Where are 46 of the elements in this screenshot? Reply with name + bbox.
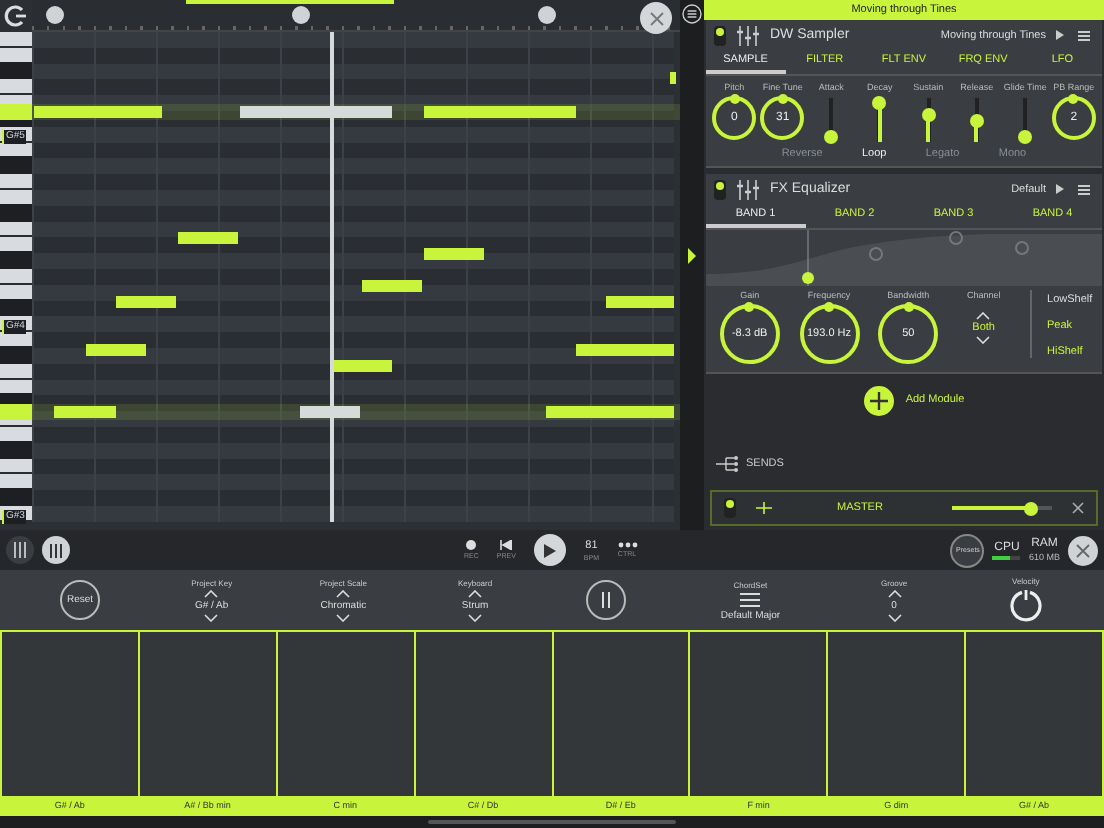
- close-button[interactable]: [1068, 535, 1098, 565]
- chevron-down-icon: [336, 614, 351, 622]
- mixer-button[interactable]: [6, 536, 34, 564]
- chevron-up-icon: [204, 590, 219, 598]
- chevron-up-icon: [336, 590, 351, 598]
- chevron-down-icon: [887, 614, 902, 622]
- pause-icon: [600, 592, 613, 608]
- record-icon: [466, 540, 477, 550]
- remove-icon[interactable]: [1072, 502, 1084, 514]
- vertical-slider[interactable]: [872, 98, 887, 142]
- chevron-down-icon: [204, 614, 219, 622]
- play-icon: [543, 543, 556, 557]
- menu-icon[interactable]: [682, 4, 702, 24]
- close-icon: [1076, 543, 1090, 557]
- hold-button[interactable]: [586, 580, 627, 620]
- vertical-slider[interactable]: [824, 98, 839, 142]
- menu-icon[interactable]: [1074, 25, 1094, 45]
- add-module-button[interactable]: [863, 385, 894, 415]
- chevron-down-icon: [976, 336, 991, 344]
- key-highlight: [0, 404, 32, 420]
- key-highlight: [0, 104, 32, 120]
- faders-icon: [736, 25, 760, 45]
- menu-icon[interactable]: [740, 591, 761, 607]
- sends-icon: [716, 456, 740, 472]
- plus-icon: [869, 391, 888, 409]
- vertical-slider[interactable]: [1018, 98, 1033, 142]
- mixer-icon: [12, 542, 28, 558]
- more-icon: [617, 542, 637, 548]
- power-toggle[interactable]: [714, 179, 726, 199]
- skip-back-icon: [500, 540, 513, 550]
- faders-icon: [736, 179, 760, 199]
- power-toggle[interactable]: [714, 25, 726, 45]
- velocity-knob[interactable]: [1007, 588, 1044, 624]
- power-toggle[interactable]: [724, 498, 736, 518]
- expand-arrow-icon[interactable]: [688, 248, 696, 264]
- close-icon: [649, 11, 663, 25]
- send-slider-thumb[interactable]: [1023, 501, 1037, 515]
- chevron-down-icon: [468, 614, 483, 622]
- caret-icon: [1056, 30, 1064, 40]
- chevron-up-icon: [887, 590, 902, 598]
- chevron-up-icon: [976, 312, 991, 320]
- keyboard-button[interactable]: [42, 536, 70, 564]
- menu-icon[interactable]: [1074, 179, 1094, 199]
- chevron-up-icon: [468, 590, 483, 598]
- caret-icon: [1056, 184, 1064, 194]
- play-button[interactable]: [533, 534, 566, 566]
